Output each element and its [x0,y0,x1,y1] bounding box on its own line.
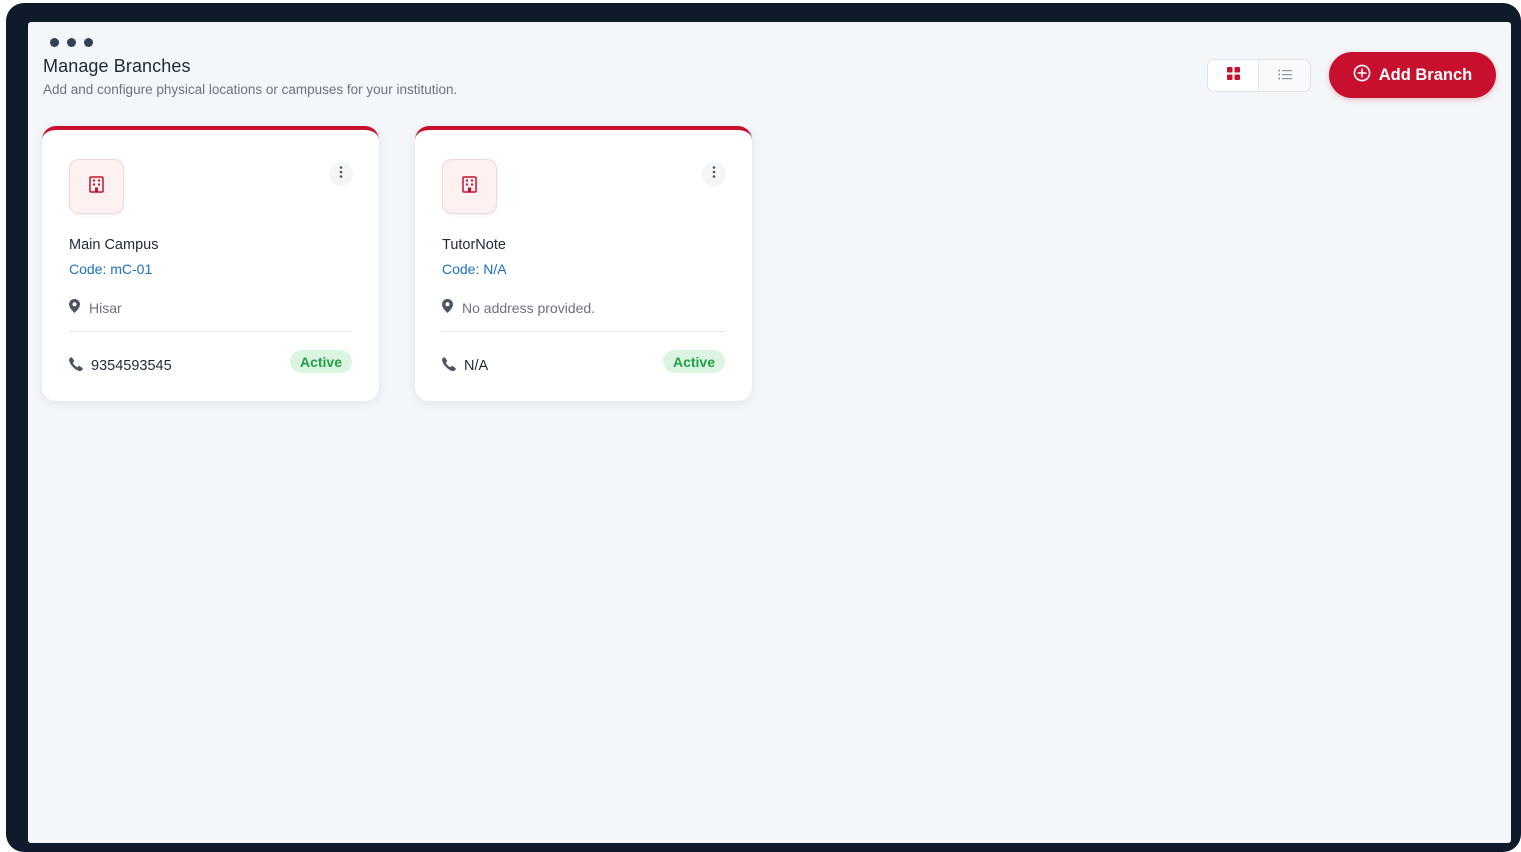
device-frame: Manage Branches Add and configure physic… [6,3,1521,852]
branch-address-text: No address provided. [462,299,596,316]
kebab-icon [712,165,716,183]
card-divider [69,331,352,332]
map-pin-icon [69,299,80,316]
window-dots [50,38,93,47]
building-icon [462,175,477,198]
kebab-icon [339,165,343,183]
branch-avatar [69,159,124,214]
view-toggle [1207,59,1311,92]
branch-code: Code: mC-01 [69,261,153,277]
add-branch-button[interactable]: Add Branch [1329,52,1496,98]
building-icon [89,175,104,198]
add-branch-label: Add Branch [1378,65,1473,84]
page-subtitle: Add and configure physical locations or … [43,82,458,97]
card-menu-button[interactable] [702,162,726,186]
branch-name: TutorNote [442,237,506,253]
branch-code: Code: N/A [442,261,507,277]
grid-icon [1226,66,1240,85]
branch-card[interactable]: TutorNote Code: N/A No address provided. [415,126,752,401]
branch-phone: N/A [442,357,488,375]
list-icon [1277,67,1292,85]
grid-view-button[interactable] [1208,60,1260,91]
branch-phone-text: 9354593545 [91,358,172,374]
branch-name: Main Campus [69,237,159,253]
branch-avatar [442,159,497,214]
page-title: Manage Branches [43,56,191,76]
card-menu-button[interactable] [329,162,353,186]
branch-phone: 9354593545 [69,357,172,375]
status-badge: Active [662,350,725,373]
branch-address-text: Hisar [89,299,122,316]
window-dot [67,38,76,47]
plus-circle-icon [1353,64,1371,87]
map-pin-icon [442,299,453,316]
branch-card[interactable]: Main Campus Code: mC-01 Hisar 9354593545… [42,126,379,401]
app-screen: Manage Branches Add and configure physic… [28,22,1511,843]
window-dot [50,38,59,47]
branch-address: Hisar [69,299,122,316]
status-badge: Active [289,350,352,373]
window-dot [84,38,93,47]
list-view-button[interactable] [1259,60,1310,91]
card-divider [442,331,725,332]
branch-phone-text: N/A [464,358,489,374]
phone-icon [69,357,83,375]
branch-address: No address provided. [442,299,595,316]
phone-icon [442,357,456,375]
